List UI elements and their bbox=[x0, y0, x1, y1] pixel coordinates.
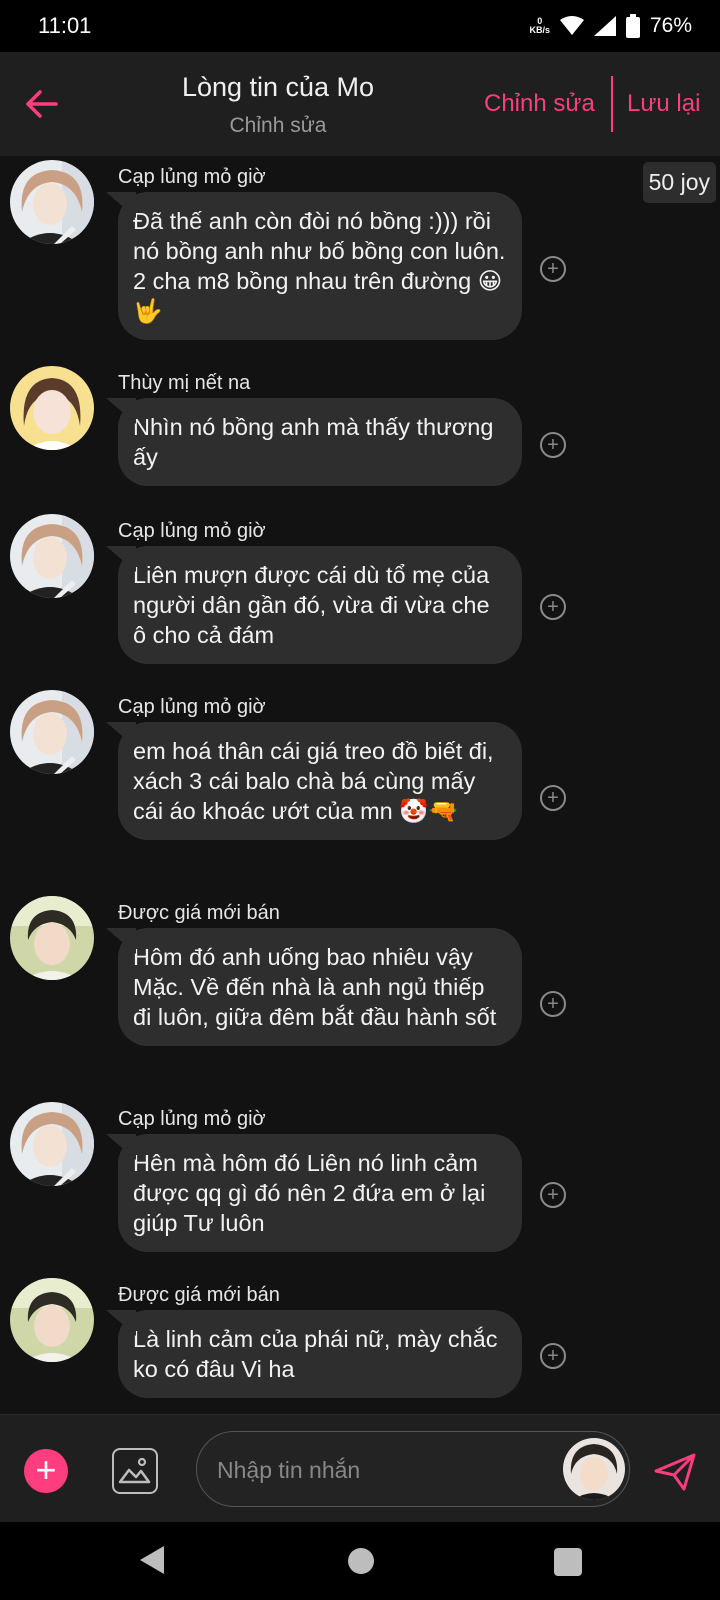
plus-circle-icon[interactable]: + bbox=[540, 785, 566, 811]
plus-circle-icon[interactable]: + bbox=[540, 991, 566, 1017]
sender-avatar[interactable] bbox=[10, 514, 94, 598]
sender-name: Cạp lủng mỏ giờ bbox=[118, 696, 266, 718]
message-input[interactable] bbox=[217, 1454, 547, 1486]
header-divider bbox=[611, 76, 613, 132]
message-bubble[interactable]: Hôm đó anh uống bao nhiêu vậy Mặc. Về đế… bbox=[118, 928, 522, 1046]
sender-avatar[interactable] bbox=[10, 1278, 94, 1362]
battery-icon bbox=[625, 14, 640, 38]
message-list[interactable]: 50 joy Cạp lủng mỏ giờ Đã thế anh còn đòi… bbox=[0, 156, 720, 1414]
edit-button[interactable]: Chỉnh sửa bbox=[484, 90, 595, 118]
sender-name: Cạp lủng mỏ giờ bbox=[118, 520, 266, 542]
add-button[interactable]: + bbox=[24, 1449, 68, 1493]
message-bubble[interactable]: Là linh cảm của phái nữ, mày chắc ko có … bbox=[118, 1310, 522, 1398]
wifi-icon bbox=[559, 16, 584, 35]
network-speed-unit: KB/s bbox=[529, 25, 550, 35]
message-bubble[interactable]: Liên mượn được cái dù tổ mẹ của người dâ… bbox=[118, 546, 522, 664]
message-bubble[interactable]: Nhìn nó bồng anh mà thấy thương ấy bbox=[118, 398, 522, 486]
sender-name: Được giá mới bán bbox=[118, 1284, 280, 1306]
message-bubble[interactable]: Hên mà hôm đó Liên nó linh cảm được qq g… bbox=[118, 1134, 522, 1252]
nav-recents-icon[interactable] bbox=[554, 1548, 582, 1576]
send-button[interactable] bbox=[652, 1449, 698, 1495]
character-avatar[interactable] bbox=[563, 1438, 625, 1500]
sender-avatar[interactable] bbox=[10, 690, 94, 774]
character-avatar-image bbox=[563, 1438, 625, 1500]
nav-home-icon[interactable] bbox=[348, 1548, 374, 1574]
sender-avatar[interactable] bbox=[10, 1102, 94, 1186]
status-time: 11:01 bbox=[38, 13, 92, 38]
chat-header: Lòng tin của Mo Chỉnh sửa Chỉnh sửa Lưu … bbox=[0, 52, 720, 156]
plus-circle-icon[interactable]: + bbox=[540, 1343, 566, 1369]
chat-subtitle: Chỉnh sửa bbox=[229, 114, 327, 137]
plus-circle-icon[interactable]: + bbox=[540, 432, 566, 458]
message-bubble[interactable]: Đã thế anh còn đòi nó bồng :))) rồi nó b… bbox=[118, 192, 522, 340]
nav-back-icon[interactable] bbox=[138, 1544, 166, 1576]
image-button[interactable] bbox=[112, 1448, 158, 1494]
status-icons: 0 KB/s 76% bbox=[529, 14, 692, 38]
chat-title: Lòng tin của Mo bbox=[181, 72, 375, 102]
sender-name: Được giá mới bán bbox=[118, 902, 280, 924]
send-icon bbox=[654, 1453, 696, 1491]
sender-name: Thùy mị nết na bbox=[118, 372, 251, 394]
message-input-wrapper bbox=[196, 1431, 630, 1507]
plus-icon: + bbox=[35, 1449, 57, 1490]
sender-avatar[interactable] bbox=[10, 160, 94, 244]
network-speed: 0 KB/s bbox=[529, 17, 550, 35]
signal-icon bbox=[593, 16, 616, 36]
battery-percent: 76% bbox=[649, 14, 692, 37]
sender-avatar[interactable] bbox=[10, 366, 94, 450]
plus-circle-icon[interactable]: + bbox=[540, 256, 566, 282]
image-icon bbox=[118, 1457, 151, 1484]
save-button[interactable]: Lưu lại bbox=[627, 90, 700, 118]
system-nav-bar bbox=[0, 1522, 720, 1600]
composer-bar: + bbox=[0, 1414, 720, 1522]
joy-badge: 50 joy bbox=[642, 162, 716, 203]
sender-name: Cạp lủng mỏ giờ bbox=[118, 1108, 266, 1130]
plus-circle-icon[interactable]: + bbox=[540, 594, 566, 620]
message-bubble[interactable]: em hoá thân cái giá treo đồ biết đi, xác… bbox=[118, 722, 522, 840]
status-bar: 11:01 0 KB/s 76% bbox=[0, 0, 720, 52]
sender-avatar[interactable] bbox=[10, 896, 94, 980]
plus-circle-icon[interactable]: + bbox=[540, 1182, 566, 1208]
sender-name: Cạp lủng mỏ giờ bbox=[118, 166, 266, 188]
